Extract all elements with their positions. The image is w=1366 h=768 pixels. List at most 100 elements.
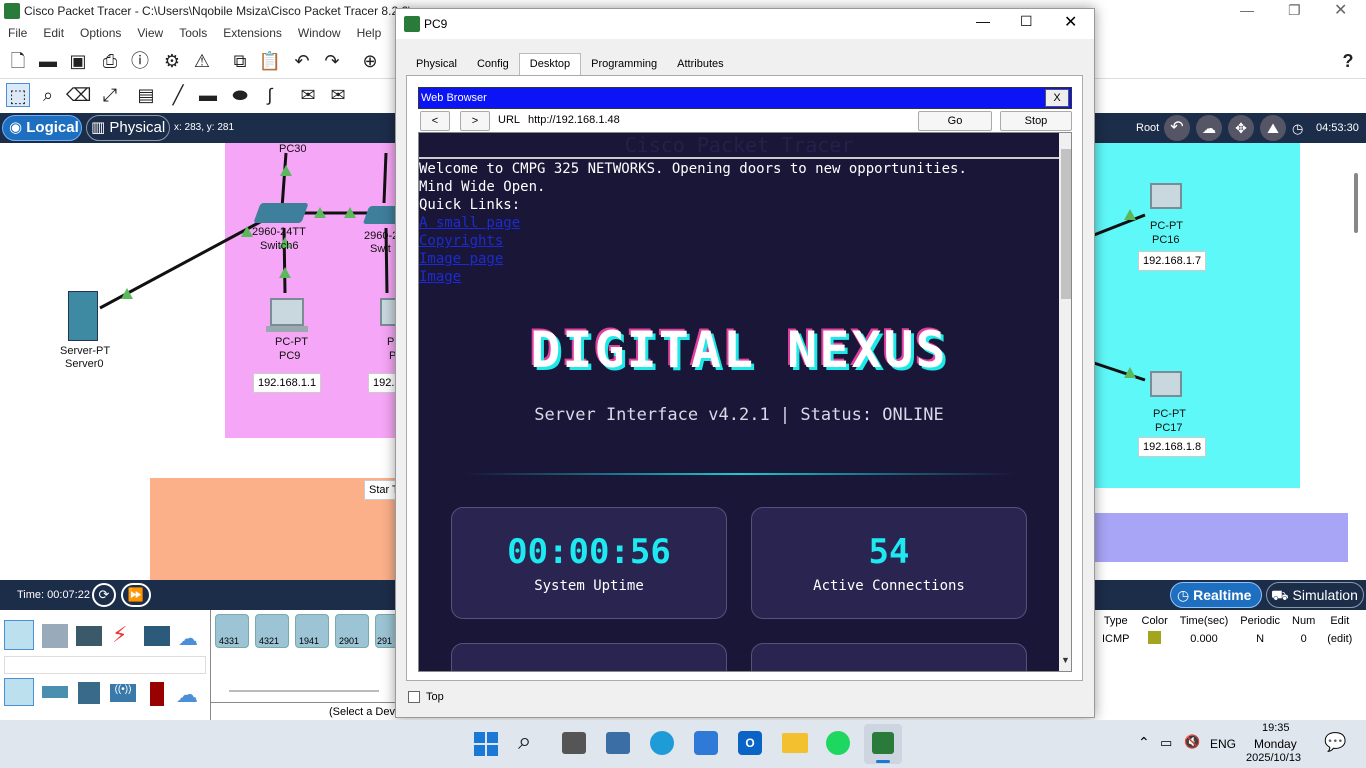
battery-icon[interactable]: ▭	[1160, 735, 1172, 751]
network-wizard-icon[interactable]: ⚙	[160, 49, 184, 73]
activity-wizard-icon[interactable]: ⚠	[190, 49, 214, 73]
menu-window[interactable]: Window	[290, 22, 349, 40]
info-icon[interactable]: ⓘ	[128, 49, 152, 73]
dialog-close-icon[interactable]: ✕	[1064, 12, 1077, 32]
web-browser-close-button[interactable]: X	[1045, 89, 1069, 107]
routers-subcategory-icon[interactable]	[4, 678, 34, 706]
save-icon[interactable]: ▣	[66, 49, 90, 73]
resize-icon[interactable]: ⤢	[98, 83, 122, 107]
dialog-minimize-icon[interactable]: —	[976, 13, 990, 29]
search-icon[interactable]: ⌕	[36, 83, 60, 107]
switch-icon[interactable]	[253, 203, 309, 223]
menu-help[interactable]: Help	[349, 22, 390, 40]
quick-link[interactable]: Image page	[419, 251, 503, 267]
store-icon[interactable]	[694, 731, 718, 755]
packet-tracer-taskbar-button[interactable]	[864, 724, 902, 764]
pdu-edit-link[interactable]: (edit)	[1321, 629, 1358, 649]
redo-icon[interactable]: ↷	[320, 49, 344, 73]
menu-tools[interactable]: Tools	[171, 22, 215, 40]
spotify-icon[interactable]	[826, 731, 850, 755]
fast-forward-icon[interactable]: ⏩	[121, 583, 151, 607]
logical-view-button[interactable]: ◉ Logical	[2, 115, 82, 141]
menu-extensions[interactable]: Extensions	[215, 22, 290, 40]
mute-icon[interactable]: 🔇	[1184, 734, 1200, 750]
canvas-scrollbar[interactable]	[1354, 173, 1358, 233]
language-indicator[interactable]: ENG	[1210, 737, 1236, 751]
browser-forward-button[interactable]: >	[460, 111, 490, 131]
outlook-icon[interactable]: O	[738, 731, 762, 755]
notification-icon[interactable]: 💬	[1324, 732, 1346, 753]
device-list-scrollbar[interactable]	[229, 690, 379, 692]
scroll-down-icon[interactable]: ▼	[1061, 655, 1070, 665]
print-icon[interactable]: ⎙	[98, 49, 122, 73]
edge-icon[interactable]	[650, 731, 674, 755]
paste-icon[interactable]: 📋	[258, 49, 282, 73]
zoom-in-icon[interactable]: ⊕	[358, 49, 382, 73]
quick-link[interactable]: Copyrights	[419, 233, 503, 249]
rectangle-icon[interactable]: ▬	[196, 83, 220, 107]
tab-desktop[interactable]: Desktop	[518, 53, 582, 75]
start-icon[interactable]	[474, 732, 498, 756]
menu-file[interactable]: File	[0, 22, 35, 40]
server-icon[interactable]	[68, 291, 98, 341]
dialog-maximize-icon[interactable]: ☐	[1020, 13, 1033, 30]
minimize-icon[interactable]: —	[1240, 2, 1254, 18]
connections-category-icon[interactable]: ⚡	[112, 622, 127, 648]
page-scrollbar-thumb[interactable]	[1061, 149, 1071, 299]
pc-icon[interactable]	[1150, 371, 1182, 397]
taskbar-date[interactable]: 2025/10/13	[1246, 752, 1301, 764]
top-checkbox[interactable]	[408, 691, 420, 703]
security-subcategory-icon[interactable]	[150, 682, 164, 706]
misc-category-icon[interactable]	[144, 626, 170, 646]
back-icon[interactable]: ↶	[1164, 115, 1190, 141]
delete-icon[interactable]: ⌫	[66, 83, 91, 107]
switches-subcategory-icon[interactable]	[42, 686, 68, 698]
select-tool-icon[interactable]: ⬚	[6, 83, 30, 107]
pc-icon[interactable]	[270, 298, 304, 326]
close-icon[interactable]: ✕	[1334, 0, 1347, 20]
multiuser-category-icon[interactable]: ☁	[178, 626, 198, 651]
viewport-icon[interactable]: ⛰	[1260, 115, 1286, 141]
quick-link[interactable]: A small page	[419, 215, 520, 231]
undo-icon[interactable]: ↶	[290, 49, 314, 73]
file-explorer-icon[interactable]	[782, 733, 808, 753]
tab-attributes[interactable]: Attributes	[667, 54, 733, 76]
url-input[interactable]: http://192.168.1.48	[524, 111, 912, 131]
copy-icon[interactable]: ⧉	[228, 49, 252, 73]
draw-line-icon[interactable]: ╱	[166, 83, 190, 107]
new-file-icon[interactable]: 🗋	[6, 49, 30, 73]
page-scrollbar[interactable]: ▼	[1059, 133, 1071, 671]
network-devices-category-icon[interactable]	[4, 620, 34, 650]
end-devices-category-icon[interactable]	[42, 624, 68, 648]
cluster-icon[interactable]: ☁	[1196, 115, 1222, 141]
complex-pdu-icon[interactable]: ✉	[326, 83, 350, 107]
tab-physical[interactable]: Physical	[406, 54, 467, 76]
tab-programming[interactable]: Programming	[581, 54, 667, 76]
wireless-subcategory-icon[interactable]: ((•))	[110, 684, 136, 702]
chevron-up-icon[interactable]: ⌃	[1138, 734, 1150, 751]
simple-pdu-icon[interactable]: ✉	[296, 83, 320, 107]
search-icon[interactable]: ⌕	[518, 728, 531, 756]
menu-edit[interactable]: Edit	[35, 22, 72, 40]
task-view-icon[interactable]	[562, 732, 586, 754]
restore-icon[interactable]: ❐	[1288, 2, 1301, 19]
ellipse-icon[interactable]: ⬬	[228, 83, 252, 107]
taskbar-day[interactable]: Monday	[1254, 737, 1297, 751]
menu-options[interactable]: Options	[72, 22, 129, 40]
wan-emulation-subcategory-icon[interactable]: ☁	[176, 682, 198, 708]
browser-back-button[interactable]: <	[420, 111, 450, 131]
pc-icon[interactable]	[1150, 183, 1182, 209]
open-folder-icon[interactable]: ▬	[36, 49, 60, 73]
dialog-titlebar[interactable]: PC9 — ☐ ✕	[396, 9, 1094, 39]
move-icon[interactable]: ✥	[1228, 115, 1254, 141]
help-icon[interactable]: ?	[1336, 49, 1360, 73]
freeform-icon[interactable]: ∫	[258, 83, 282, 107]
physical-view-button[interactable]: ▥ Physical	[86, 115, 170, 141]
simulation-mode-button[interactable]: ⛟ Simulation	[1266, 582, 1364, 608]
hubs-subcategory-icon[interactable]	[78, 682, 100, 704]
widgets-icon[interactable]	[606, 732, 630, 754]
note-icon[interactable]: ▤	[134, 83, 158, 107]
go-button[interactable]: Go	[918, 111, 992, 131]
tab-config[interactable]: Config	[467, 54, 519, 76]
components-category-icon[interactable]	[76, 626, 102, 646]
